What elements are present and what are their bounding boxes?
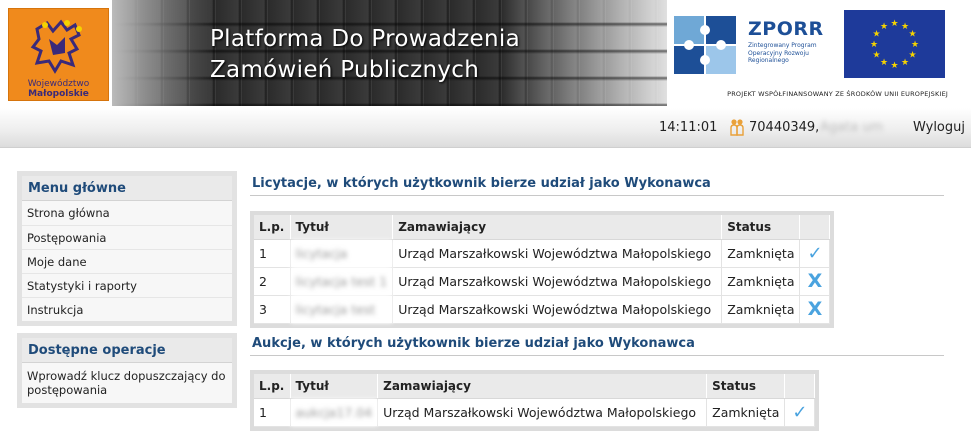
cell-title-blurred[interactable]: licytacja test xyxy=(290,295,394,324)
cell-status: Zamknięta xyxy=(721,239,801,268)
main-menu-panel: Menu główne Strona główna Postępowania M… xyxy=(17,171,237,326)
svg-text:★: ★ xyxy=(890,19,898,29)
header-banner: Województwo Małopolskie Platforma Do Pro… xyxy=(0,0,971,108)
cell-status: Zamknięta xyxy=(721,267,801,296)
status-bar: 14:11:01 70440349, Agata um Wyloguj xyxy=(0,108,971,148)
x-icon: X xyxy=(807,270,823,292)
svg-text:★: ★ xyxy=(880,58,888,68)
main-menu-list: Strona główna Postępowania Moje dane Sta… xyxy=(22,201,232,321)
svg-text:★: ★ xyxy=(908,51,916,61)
cell-orderer: Urząd Marszałkowski Województwa Małopols… xyxy=(377,398,708,427)
zporr-logo: ZPORR Zintegrowany Program Operacyjny Ro… xyxy=(672,14,832,78)
check-icon: ✓ xyxy=(792,401,808,423)
clock-time: 14:11:01 xyxy=(659,120,718,135)
menu-item-statistics[interactable]: Statystyki i raporty xyxy=(22,273,232,297)
logout-link[interactable]: Wyloguj xyxy=(913,120,965,135)
menu-item-proceedings[interactable]: Postępowania xyxy=(22,225,232,249)
col-status: Status xyxy=(721,215,801,240)
table-header-row: L.p. Tytuł Zamawiający Status xyxy=(254,374,816,399)
svg-text:★: ★ xyxy=(880,22,888,32)
svg-text:★: ★ xyxy=(890,61,898,71)
logo-caption-2: Małopolskie xyxy=(28,89,89,99)
platform-title-line1: Platforma Do Prowadzenia xyxy=(210,26,520,52)
table-row[interactable]: 1 aukcja17.04 Urząd Marszałkowski Wojewó… xyxy=(254,398,816,427)
cell-title-blurred[interactable]: aukcja17.04 xyxy=(290,398,379,427)
puzzle-icon xyxy=(674,16,736,74)
user-name-blurred: Agata um xyxy=(820,120,884,135)
platform-title: Platforma Do Prowadzenia Zamówień Public… xyxy=(210,24,520,86)
col-lp: L.p. xyxy=(254,374,291,399)
section-divider xyxy=(250,195,944,196)
check-icon: ✓ xyxy=(807,242,823,264)
col-status: Status xyxy=(706,374,786,399)
logo-caption-1: Województwo xyxy=(27,79,90,89)
licytacje-title: Licytacje, w których użytkownik bierze u… xyxy=(252,176,711,191)
platform-title-line2: Zamówień Publicznych xyxy=(210,57,480,83)
cell-lp: 1 xyxy=(254,239,291,268)
zporr-name: ZPORR xyxy=(748,18,824,40)
table-header-row: L.p. Tytuł Zamawiający Status xyxy=(254,215,831,240)
enter-access-key-link[interactable]: Wprowadź klucz dopuszczający do postępow… xyxy=(22,363,232,403)
cell-lp: 2 xyxy=(254,267,291,296)
svg-text:★: ★ xyxy=(872,51,880,61)
menu-item-home[interactable]: Strona główna xyxy=(22,201,232,225)
malopolska-emblem-icon xyxy=(30,19,82,74)
main-menu-title: Menu główne xyxy=(22,176,232,201)
svg-text:★: ★ xyxy=(908,30,916,40)
col-lp: L.p. xyxy=(254,215,291,240)
col-orderer: Zamawiający xyxy=(392,215,723,240)
menu-item-my-data[interactable]: Moje dane xyxy=(22,249,232,273)
aukcje-title: Aukcje, w których użytkownik bierze udzi… xyxy=(252,336,695,351)
eu-flag-icon: ★ ★ ★ ★ ★ ★ ★ ★ ★ ★ ★ ★ xyxy=(844,10,945,78)
cell-status: Zamknięta xyxy=(706,398,786,427)
section-divider xyxy=(250,355,944,356)
user-id: 70440349, xyxy=(749,120,820,135)
col-icon xyxy=(784,374,816,399)
aukcje-table-wrapper: L.p. Tytuł Zamawiający Status 1 aukcja17… xyxy=(250,370,820,431)
table-row[interactable]: 1 licytacja Urząd Marszałkowski Wojewódz… xyxy=(254,239,831,268)
cell-orderer: Urząd Marszałkowski Województwa Małopols… xyxy=(392,267,723,296)
col-orderer: Zamawiający xyxy=(377,374,708,399)
x-icon: X xyxy=(807,298,823,320)
operations-panel: Dostępne operacje Wprowadź klucz dopuszc… xyxy=(17,333,237,408)
col-icon xyxy=(799,215,831,240)
cell-status: Zamknięta xyxy=(721,295,801,324)
aukcje-table: L.p. Tytuł Zamawiający Status 1 aukcja17… xyxy=(254,374,816,427)
cell-lp: 1 xyxy=(254,398,291,427)
licytacje-table: L.p. Tytuł Zamawiający Status 1 licytacj… xyxy=(254,215,831,324)
svg-text:★: ★ xyxy=(911,40,919,50)
svg-text:★: ★ xyxy=(870,40,878,50)
licytacje-table-wrapper: L.p. Tytuł Zamawiający Status 1 licytacj… xyxy=(250,211,835,328)
col-title: Tytuł xyxy=(290,215,394,240)
zporr-subtitle: Zintegrowany Program Operacyjny Rozwoju … xyxy=(748,42,817,64)
menu-item-instructions[interactable]: Instrukcja xyxy=(22,297,232,321)
cell-orderer: Urząd Marszałkowski Województwa Małopols… xyxy=(392,239,723,268)
svg-text:★: ★ xyxy=(901,58,909,68)
cell-title-blurred[interactable]: licytacja test 1 xyxy=(290,267,394,296)
col-title: Tytuł xyxy=(290,374,379,399)
cell-lp: 3 xyxy=(254,295,291,324)
malopolska-logo: Województwo Małopolskie xyxy=(8,8,109,101)
table-row[interactable]: 2 licytacja test 1 Urząd Marszałkowski W… xyxy=(254,267,831,296)
operations-title: Dostępne operacje xyxy=(22,338,232,363)
table-row[interactable]: 3 licytacja test Urząd Marszałkowski Woj… xyxy=(254,295,831,324)
cell-title-blurred[interactable]: licytacja xyxy=(290,239,394,268)
project-cofinance-note: PROJEKT WSPÓŁFINANSOWANY ZE ŚRODKÓW UNII… xyxy=(727,90,948,98)
user-icon xyxy=(730,119,744,136)
cell-orderer: Urząd Marszałkowski Województwa Małopols… xyxy=(392,295,723,324)
